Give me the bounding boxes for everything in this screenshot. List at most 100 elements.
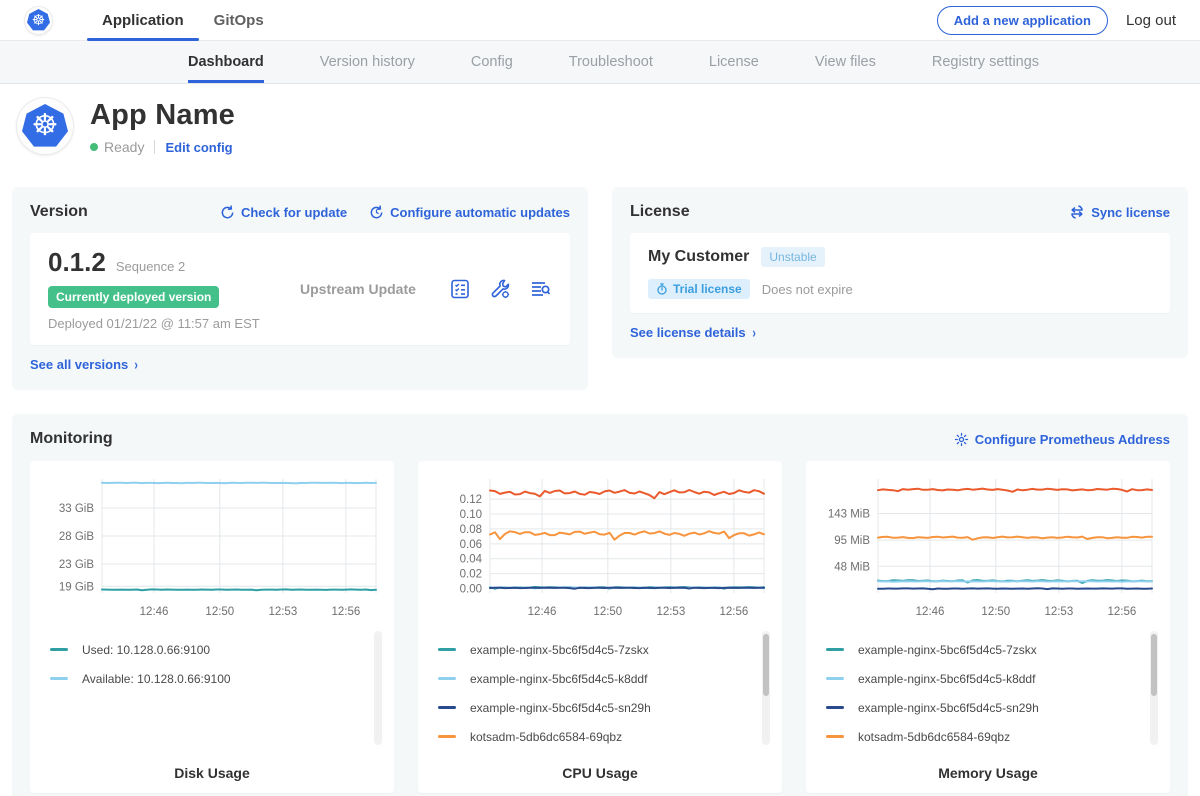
monitoring-section: Monitoring Configure Prometheus Address … [12,414,1188,796]
tab-license-label: License [709,54,759,70]
svg-text:143 MiB: 143 MiB [828,508,871,520]
legend-swatch [438,706,456,709]
disk-usage-legend: Used: 10.128.0.66:9100 Available: 10.128… [40,629,384,751]
stopwatch-icon [656,283,668,295]
tab-dashboard-label: Dashboard [188,54,264,70]
legend-scrollbar[interactable] [374,631,382,745]
edit-config-link[interactable]: Edit config [165,140,232,155]
legend-label: example-nginx-5bc6f5d4c5-7zskx [470,643,649,657]
monitoring-title: Monitoring [30,430,113,448]
tab-version-history-label: Version history [320,54,415,70]
tab-config[interactable]: Config [471,41,513,83]
cpu-usage-chart: 0.120.100.080.060.040.020.0012:4612:5012… [428,471,772,629]
chevron-right-icon: › [135,356,138,373]
channel-badge: Unstable [761,247,824,267]
tab-dashboard[interactable]: Dashboard [188,41,264,83]
logout-link[interactable]: Log out [1126,12,1176,29]
status-badge: Ready [104,139,144,155]
legend-item: kotsadm-5db6dc6584-69qbz [826,722,1156,751]
legend-swatch [826,735,844,738]
legend-label: example-nginx-5bc6f5d4c5-k8ddf [858,672,1035,686]
legend-label: Available: 10.128.0.66:9100 [82,672,231,686]
kubernetes-logo[interactable]: ☸ [24,6,53,35]
legend-item: Available: 10.128.0.66:9100 [50,664,380,693]
svg-text:0.06: 0.06 [460,539,482,551]
svg-text:12:53: 12:53 [268,606,297,618]
legend-label: example-nginx-5bc6f5d4c5-sn29h [470,701,651,715]
topnav-tab-application-label: Application [102,12,184,29]
tab-view-files[interactable]: View files [815,41,876,83]
configure-prometheus-link[interactable]: Configure Prometheus Address [954,432,1170,447]
svg-text:12:53: 12:53 [1044,606,1073,618]
topnav-tab-gitops[interactable]: GitOps [199,0,279,40]
chart-title: Disk Usage [40,765,384,781]
sync-arrows-icon [1069,205,1085,219]
see-all-versions-link[interactable]: See all versions › [30,357,139,372]
legend-item: example-nginx-5bc6f5d4c5-k8ddf [826,664,1156,693]
topnav-tab-application[interactable]: Application [87,0,199,40]
tab-troubleshoot[interactable]: Troubleshoot [569,41,653,83]
see-license-details-link[interactable]: See license details › [630,325,756,340]
version-number: 0.1.2 [48,247,106,278]
legend-label: kotsadm-5db6dc6584-69qbz [858,730,1010,744]
configure-prometheus-label: Configure Prometheus Address [975,432,1170,447]
tab-license[interactable]: License [709,41,759,83]
svg-text:0.02: 0.02 [460,569,482,581]
gear-icon [954,432,969,447]
sync-license-link[interactable]: Sync license [1069,205,1170,220]
legend-item: kotsadm-5db6dc6584-69qbz [438,722,768,751]
auto-update-clock-icon [369,205,384,220]
sync-license-label: Sync license [1091,205,1170,220]
status-dot [90,143,98,151]
check-for-update-link[interactable]: Check for update [220,205,347,220]
app-icon: ☸ [16,97,74,155]
cpu-usage-legend: example-nginx-5bc6f5d4c5-7zskx example-n… [428,629,772,751]
legend-item: example-nginx-5bc6f5d4c5-k8ddf [438,664,768,693]
tab-troubleshoot-label: Troubleshoot [569,54,653,70]
app-header: ☸ App Name Ready Edit config [0,84,1200,165]
legend-swatch [438,735,456,738]
svg-text:12:50: 12:50 [981,606,1010,618]
deployed-timestamp: Deployed 01/21/22 @ 11:57 am EST [48,316,300,331]
legend-label: example-nginx-5bc6f5d4c5-k8ddf [470,672,647,686]
see-all-versions-label: See all versions [30,357,128,372]
tab-registry-settings-label: Registry settings [932,54,1039,70]
legend-scrollbar[interactable] [762,631,770,745]
topnav-tabs: Application GitOps [87,0,279,40]
svg-text:28 GiB: 28 GiB [59,531,94,543]
tab-registry-settings[interactable]: Registry settings [932,41,1039,83]
page-title: App Name [90,99,235,132]
edit-config-icon[interactable] [488,277,512,301]
divider [154,140,155,154]
legend-swatch [50,648,68,651]
memory-usage-chart-card: 143 MiB95 MiB48 MiB12:4612:5012:5312:56 … [806,461,1170,793]
svg-text:12:46: 12:46 [916,606,945,618]
tab-version-history[interactable]: Version history [320,41,415,83]
legend-label: example-nginx-5bc6f5d4c5-7zskx [858,643,1037,657]
svg-text:0.00: 0.00 [460,584,482,596]
svg-text:48 MiB: 48 MiB [834,561,870,573]
preflight-checks-icon[interactable] [448,277,472,301]
disk-usage-chart: 33 GiB28 GiB23 GiB19 GiB12:4612:5012:531… [40,471,384,629]
view-logs-icon[interactable] [528,277,552,301]
trial-license-badge: Trial license [648,279,750,299]
helm-wheel-icon: ☸ [32,13,45,28]
legend-swatch [826,648,844,651]
tab-config-label: Config [471,54,513,70]
chevron-right-icon: › [752,324,755,341]
legend-scrollbar-thumb[interactable] [1151,634,1157,696]
legend-scrollbar[interactable] [1150,631,1158,745]
svg-text:12:46: 12:46 [528,606,557,618]
cpu-usage-chart-card: 0.120.100.080.060.040.020.0012:4612:5012… [418,461,782,793]
disk-usage-chart-card: 33 GiB28 GiB23 GiB19 GiB12:4612:5012:531… [30,461,394,793]
legend-scrollbar-thumb[interactable] [763,634,769,696]
svg-text:12:56: 12:56 [719,606,748,618]
add-application-button[interactable]: Add a new application [937,6,1108,35]
svg-text:0.10: 0.10 [460,509,482,521]
see-license-details-label: See license details [630,325,746,340]
legend-item: example-nginx-5bc6f5d4c5-sn29h [438,693,768,722]
legend-swatch [438,648,456,651]
version-card: Version Check for update Configure autom… [12,187,588,390]
legend-item: example-nginx-5bc6f5d4c5-sn29h [826,693,1156,722]
configure-automatic-updates-link[interactable]: Configure automatic updates [369,205,570,220]
